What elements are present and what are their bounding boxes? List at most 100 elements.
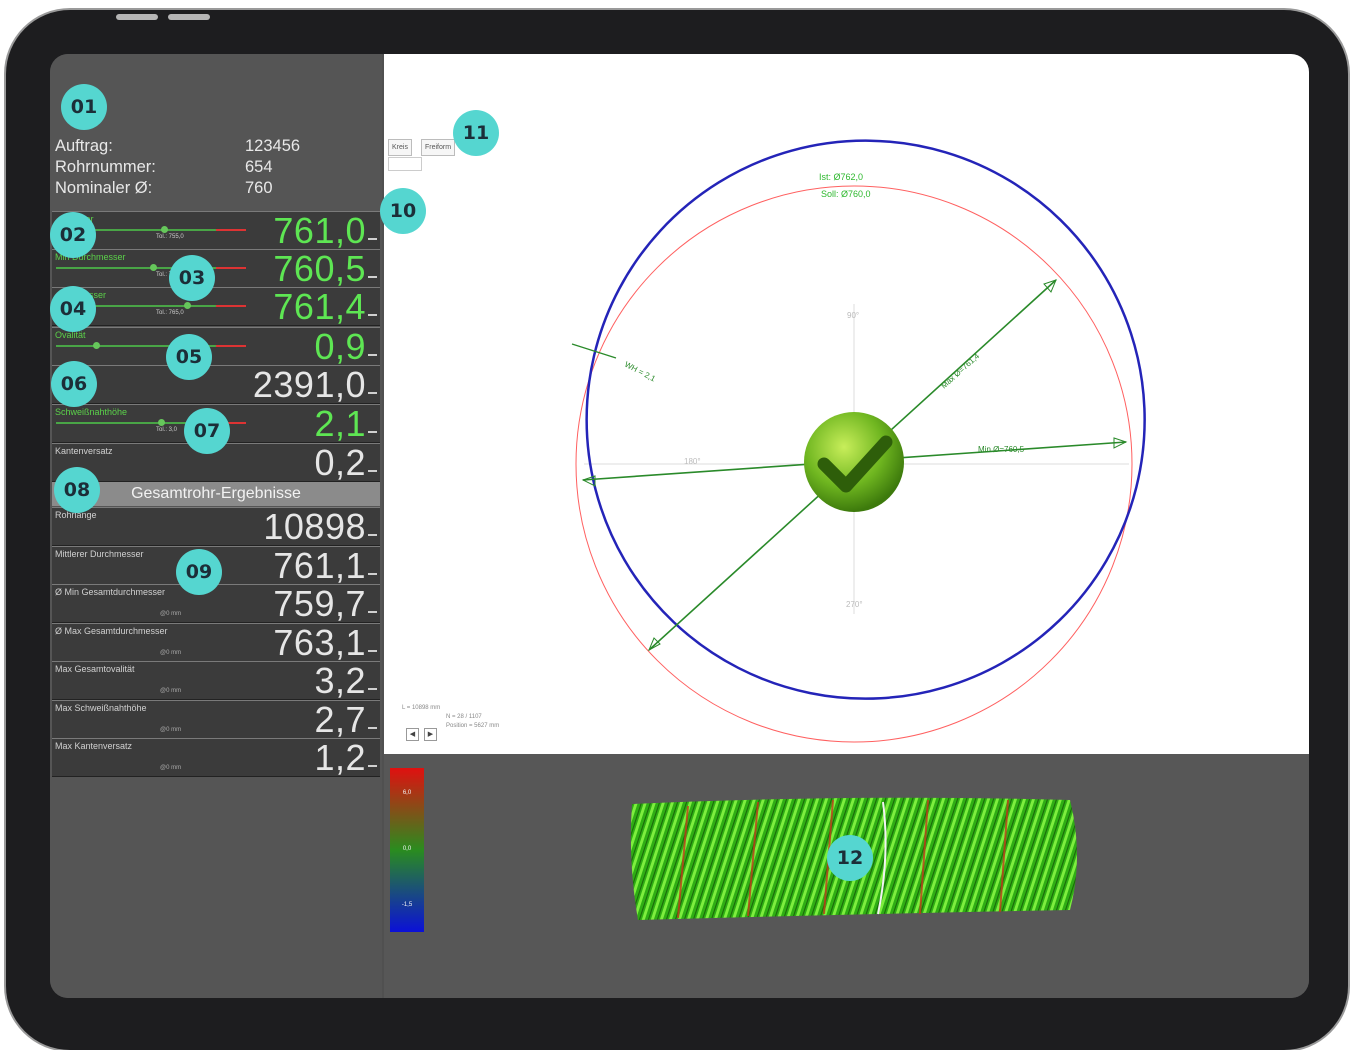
- result-position: @0 mm: [160, 765, 182, 771]
- slider-knob: [93, 342, 101, 349]
- result-row[interactable]: Ø Max Gesamtdurchmesser @0 mm 763,1: [52, 621, 380, 663]
- prev-button[interactable]: ◀: [406, 728, 419, 741]
- callout-marker: 07: [184, 408, 230, 454]
- metric-label: Kantenversatz: [55, 446, 113, 456]
- section-header: Gesamtrohr-Ergebnisse: [52, 482, 380, 506]
- result-value: 3,2: [314, 660, 366, 701]
- unit-mark: [368, 431, 377, 433]
- metric-value: 0,9: [314, 326, 366, 367]
- metric-value: 760,5: [273, 248, 366, 289]
- callout-marker: 06: [51, 361, 97, 407]
- order-info: Auftrag: 123456 Rohrnummer: 654 Nominaler …: [55, 136, 300, 199]
- metric-row[interactable]: Ovalität 0,9: [52, 327, 380, 366]
- metric-value: 761,0: [273, 210, 366, 251]
- metric-value: 2391,0: [252, 364, 366, 405]
- unit-mark: [368, 726, 377, 729]
- angle-bottom: 270°: [846, 600, 863, 609]
- result-label: Ø Min Gesamtdurchmesser: [55, 587, 166, 597]
- result-label: Max Schweißnahthöhe: [55, 702, 147, 713]
- metric-value: 761,4: [273, 286, 366, 327]
- unit-mark: [368, 354, 377, 356]
- callout-marker: 05: [166, 334, 212, 380]
- next-button[interactable]: ▶: [424, 728, 437, 741]
- metric-row[interactable]: Min DurchmesserTol.: 755,0760,5: [52, 249, 380, 288]
- nominal-value: 760: [245, 179, 273, 197]
- volume-button: [116, 14, 158, 20]
- result-label: Max Kantenversatz: [55, 741, 133, 751]
- weld-height-label: WH = 2,1: [623, 360, 657, 384]
- pipe-label: Rohrnummer:: [55, 158, 156, 176]
- soll-label: Soll: Ø760,0: [821, 189, 871, 199]
- result-value: 2,7: [314, 698, 366, 740]
- callout-marker: 01: [61, 84, 107, 130]
- callout-marker: 11: [453, 110, 499, 156]
- unit-mark: [368, 392, 377, 394]
- unit-mark: [368, 534, 377, 536]
- unit-mark: [368, 688, 377, 690]
- unit-mark: [368, 238, 377, 240]
- result-label: Mittlerer Durchmesser: [55, 548, 144, 559]
- metric-value: 0,2: [314, 442, 366, 483]
- angle-left: 180°: [684, 457, 701, 466]
- angle-top: 90°: [847, 311, 859, 320]
- metric-row[interactable]: 2391,0: [52, 365, 380, 404]
- tolerance-label: Tol.: 765,0: [156, 310, 184, 316]
- result-row[interactable]: Max Schweißnahthöhe @0 mm 2,7: [52, 698, 380, 740]
- result-value: 759,7: [273, 583, 366, 624]
- nominal-label: Nominaler Ø:: [55, 179, 153, 197]
- pipe-value: 654: [245, 158, 273, 176]
- metric-label: Schweißnahthöhe: [55, 407, 128, 417]
- length-readout: L = 10898 mm: [402, 705, 441, 711]
- result-row[interactable]: Ø Min Gesamtdurchmesser @0 mm 759,7: [52, 584, 380, 623]
- slider-knob: [158, 419, 165, 426]
- unit-mark: [368, 611, 377, 613]
- metric-row[interactable]: …rchmesserTol.: 765,0761,4: [52, 287, 380, 326]
- slider-knob: [161, 226, 169, 233]
- callout-marker: 09: [176, 549, 222, 595]
- tolerance-label: Tol.: 3,0: [156, 427, 178, 433]
- order-label: Auftrag:: [55, 137, 113, 155]
- callout-marker: 04: [50, 286, 96, 332]
- metric-row[interactable]: …messerTol.: 755,0761,0: [52, 211, 380, 250]
- unit-mark: [368, 765, 377, 767]
- results-sidebar: Auftrag: 123456 Rohrnummer: 654 Nominaler …: [50, 54, 382, 998]
- min-diameter-label: Min Ø=760,5: [978, 445, 1025, 454]
- scale-mid: 0,0: [402, 846, 412, 852]
- order-value: 123456: [245, 137, 301, 155]
- position-readout: Position = 5627 mm: [446, 723, 500, 729]
- result-value: 763,1: [273, 621, 366, 663]
- result-label: Ø Max Gesamtdurchmesser: [55, 625, 168, 636]
- unit-mark: [368, 470, 377, 472]
- segment-readout: N = 28 / 1107: [446, 714, 482, 720]
- power-button: [168, 14, 210, 20]
- callout-marker: 02: [50, 212, 96, 258]
- result-row[interactable]: Max Kantenversatz @0 mm 1,2: [52, 738, 380, 777]
- tolerance-label: Tol.: 755,0: [156, 234, 184, 240]
- unit-mark: [368, 276, 377, 278]
- ist-label: Ist: Ø762,0: [819, 172, 863, 182]
- unit-mark: [368, 572, 377, 575]
- callout-marker: 10: [380, 188, 426, 234]
- result-value: 761,1: [273, 544, 366, 586]
- scale-bottom: -1,5: [401, 902, 413, 908]
- unit-mark: [368, 314, 377, 316]
- result-position: @0 mm: [160, 688, 182, 694]
- cross-section-svg: Max Ø=761,4 Min Ø=760,5 WH = 2,1 Ist: Ø7…: [571, 139, 1146, 743]
- position-info: L = 10898 mm N = 28 / 1107 Position = 56…: [402, 704, 499, 731]
- result-position: @0 mm: [160, 611, 182, 617]
- slider-knob: [149, 264, 157, 271]
- app-screen: Auftrag: 123456 Rohrnummer: 654 Nominaler …: [50, 54, 1309, 998]
- metric-value: 2,1: [314, 403, 366, 444]
- callout-marker: 03: [169, 255, 215, 301]
- callout-marker: 08: [54, 467, 100, 513]
- slider-knob: [183, 302, 191, 309]
- result-value: 1,2: [314, 737, 366, 778]
- cross-section-view[interactable]: Kreis Freiform Max Ø=761,4 Min Ø=760,5 W…: [384, 54, 1309, 754]
- result-row[interactable]: Rohrlänge 10898: [52, 507, 380, 546]
- color-scale: 6,0 0,0 -1,5: [390, 768, 424, 932]
- result-position: @0 mm: [160, 649, 182, 656]
- scale-top: 6,0: [402, 790, 412, 796]
- result-position: @0 mm: [160, 726, 182, 733]
- result-row[interactable]: Max Gesamtovalität @0 mm 3,2: [52, 661, 380, 700]
- max-diameter-label: Max Ø=761,4: [939, 351, 981, 390]
